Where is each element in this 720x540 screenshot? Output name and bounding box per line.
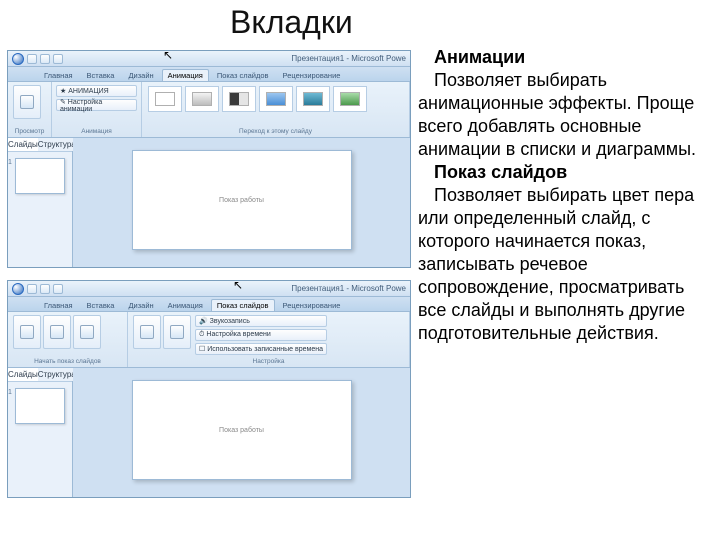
from-current-button[interactable] [43, 315, 71, 349]
quick-access-toolbar[interactable] [12, 53, 63, 65]
ribbon-group-preview: Просмотр [8, 82, 52, 137]
document-title: Презентация1 - Microsoft Powe [291, 54, 406, 63]
document-title: Презентация1 - Microsoft Powe [291, 284, 406, 293]
office-button-icon[interactable] [12, 283, 24, 295]
custom-show-icon [80, 325, 94, 339]
transition-dissolve[interactable] [222, 86, 256, 112]
custom-animation-button[interactable]: ✎ Настройка анимации [56, 99, 137, 111]
ribbon-tab[interactable]: Главная [38, 299, 79, 311]
transition-fade-icon [192, 92, 212, 106]
ribbon-tab[interactable]: Анимация [162, 69, 209, 81]
show-heading: Показ слайдов [418, 161, 713, 184]
screenshot-slideshow-tab: Презентация1 - Microsoft Powe ГлавнаяВст… [7, 280, 411, 498]
work-area: Слайды Структура 1 Показ работы [8, 368, 410, 497]
qat-save-icon[interactable] [27, 54, 37, 64]
hide-slide-icon [170, 325, 184, 339]
preview-icon [20, 95, 34, 109]
transition-gallery[interactable] [146, 84, 405, 114]
group-label: Анимация [56, 128, 137, 135]
ribbon-tab[interactable]: Показ слайдов [211, 69, 275, 81]
screenshot-animation-tab: Презентация1 - Microsoft Powe ГлавнаяВст… [7, 50, 411, 268]
transition-none-icon [155, 92, 175, 106]
slides-tab[interactable]: Слайды [8, 368, 38, 381]
ribbon-tabs[interactable]: ГлавнаяВставкаДизайнАнимацияПоказ слайдо… [8, 67, 410, 82]
ribbon-group-setup: 🔊 Звукозапись ⏱ Настройка времени ☐ Испо… [128, 312, 410, 367]
qat-save-icon[interactable] [27, 284, 37, 294]
transition-dissolve-icon [229, 92, 249, 106]
ribbon-group-transitions: Переход к этому слайду [142, 82, 410, 137]
slide-editor[interactable]: Показ работы [73, 368, 410, 497]
ribbon-tab[interactable]: Главная [38, 69, 79, 81]
ribbon: Начать показ слайдов 🔊 Звукозапись ⏱ Нас… [8, 312, 410, 368]
group-label: Переход к этому слайду [146, 128, 405, 135]
hide-slide-button[interactable] [163, 315, 191, 349]
slide-number: 1 [8, 159, 12, 166]
ribbon-tab[interactable]: Дизайн [122, 69, 159, 81]
from-beginning-button[interactable] [13, 315, 41, 349]
ribbon-tab[interactable]: Рецензирование [277, 69, 347, 81]
outline-tab[interactable]: Структура [38, 138, 76, 151]
ribbon-tabs[interactable]: ГлавнаяВставкаДизайнАнимацияПоказ слайдо… [8, 297, 410, 312]
transition-thumb-icon [303, 92, 323, 106]
slide-placeholder-text: Показ работы [219, 427, 264, 434]
slides-pane[interactable]: Слайды Структура 1 [8, 138, 73, 267]
group-label: Настройка [132, 358, 405, 365]
custom-show-button[interactable] [73, 315, 101, 349]
slide-thumbnail[interactable]: 1 [15, 158, 65, 194]
ribbon-group-start-show: Начать показ слайдов [8, 312, 128, 367]
office-button-icon[interactable] [12, 53, 24, 65]
qat-redo-icon[interactable] [53, 284, 63, 294]
play-icon [20, 325, 34, 339]
anim-body: Позволяет выбирать анимационные эффекты.… [418, 69, 713, 161]
ribbon-tab[interactable]: Вставка [81, 299, 121, 311]
ribbon-tab[interactable]: Показ слайдов [211, 299, 275, 311]
ribbon-group-animation: ★ АНИМАЦИЯ ✎ Настройка анимации Анимация [52, 82, 142, 137]
page-title: Вкладки [230, 4, 353, 41]
window-titlebar: Презентация1 - Microsoft Powe [8, 51, 410, 67]
preview-button[interactable] [13, 85, 41, 119]
setup-show-button[interactable] [133, 315, 161, 349]
slide-thumbnail[interactable]: 1 [15, 388, 65, 424]
qat-undo-icon[interactable] [40, 54, 50, 64]
setup-icon [140, 325, 154, 339]
explanation-text: Анимации Позволяет выбирать анимационные… [418, 46, 713, 345]
transition-teal[interactable] [296, 86, 330, 112]
group-label: Просмотр [12, 128, 47, 135]
qat-undo-icon[interactable] [40, 284, 50, 294]
use-timings-checkbox[interactable]: ☐ Использовать записанные времена [195, 343, 327, 355]
ribbon-tab[interactable]: Вставка [81, 69, 121, 81]
ribbon: Просмотр ★ АНИМАЦИЯ ✎ Настройка анимации… [8, 82, 410, 138]
slides-tab[interactable]: Слайды [8, 138, 38, 151]
group-label: Начать показ слайдов [12, 358, 123, 365]
record-narration-button[interactable]: 🔊 Звукозапись [195, 315, 327, 327]
transition-none[interactable] [148, 86, 182, 112]
transition-thumb-icon [266, 92, 286, 106]
anim-heading: Анимации [418, 46, 713, 69]
transition-blue[interactable] [259, 86, 293, 112]
transition-thumb-icon [340, 92, 360, 106]
qat-redo-icon[interactable] [53, 54, 63, 64]
show-body: Позволяет выбирать цвет пера или определ… [418, 184, 713, 345]
ribbon-tab[interactable]: Дизайн [122, 299, 159, 311]
outline-tab[interactable]: Структура [38, 368, 76, 381]
slide-number: 1 [8, 389, 12, 396]
ribbon-tab[interactable]: Анимация [162, 299, 209, 311]
transition-green[interactable] [333, 86, 367, 112]
rehearse-timings-button[interactable]: ⏱ Настройка времени [195, 329, 327, 341]
quick-access-toolbar[interactable] [12, 283, 63, 295]
window-titlebar: Презентация1 - Microsoft Powe [8, 281, 410, 297]
play-current-icon [50, 325, 64, 339]
slides-pane[interactable]: Слайды Структура 1 [8, 368, 73, 497]
slide-canvas[interactable]: Показ работы [132, 380, 352, 480]
slide-editor[interactable]: Показ работы [73, 138, 410, 267]
transition-fade[interactable] [185, 86, 219, 112]
ribbon-tab[interactable]: Рецензирование [277, 299, 347, 311]
animate-dropdown[interactable]: ★ АНИМАЦИЯ [56, 85, 137, 97]
slide-canvas[interactable]: Показ работы [132, 150, 352, 250]
work-area: Слайды Структура 1 Показ работы [8, 138, 410, 267]
slide-placeholder-text: Показ работы [219, 197, 264, 204]
